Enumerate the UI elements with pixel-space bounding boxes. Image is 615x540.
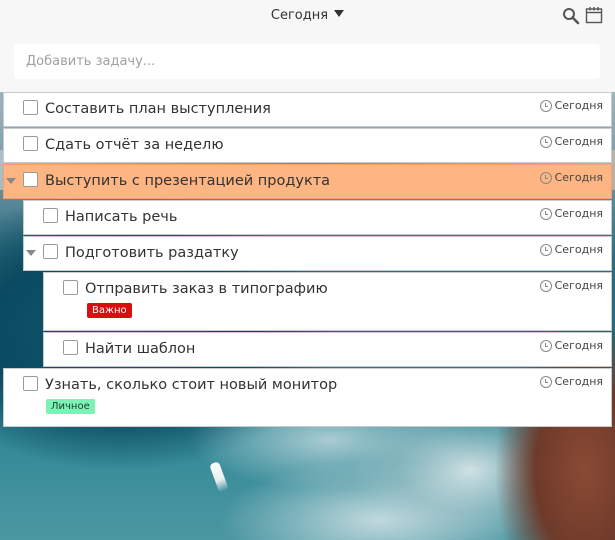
task-checkbox[interactable]: [23, 136, 38, 151]
clock-icon: [539, 136, 552, 148]
task-title: Составить план выступления: [45, 101, 271, 117]
top-bar: Сегодня: [0, 0, 615, 92]
task-due-label: Сегодня: [554, 207, 603, 220]
subtask-row[interactable]: Подготовить раздатку Сегодня: [23, 236, 612, 271]
calendar-icon[interactable]: [585, 6, 603, 24]
add-task-input[interactable]: [14, 44, 600, 79]
date-filter-label: Сегодня: [270, 8, 329, 23]
task-title: Узнать, сколько стоит новый монитор: [45, 377, 338, 393]
task-title: Отправить заказ в типографию: [85, 281, 328, 297]
subtask-row[interactable]: Отправить заказ в типографию Сегодня Важ…: [43, 272, 612, 331]
clock-icon: [539, 172, 552, 184]
collapse-arrow-icon[interactable]: [6, 178, 16, 184]
task-row[interactable]: Узнать, сколько стоит новый монитор Сего…: [3, 368, 612, 427]
tag-important[interactable]: Важно: [87, 303, 132, 318]
task-checkbox[interactable]: [63, 340, 78, 355]
task-title: Выступить с презентацией продукта: [45, 173, 331, 189]
clock-icon: [539, 376, 552, 388]
clock-icon: [539, 280, 552, 292]
task-due-label: Сегодня: [554, 171, 603, 184]
task-due-label: Сегодня: [554, 339, 603, 352]
clock-icon: [539, 208, 552, 220]
task-due-label: Сегодня: [554, 243, 603, 256]
date-filter-dropdown[interactable]: Сегодня: [0, 8, 615, 23]
subtask-row[interactable]: Найти шаблон Сегодня: [43, 332, 612, 367]
task-due-label: Сегодня: [554, 279, 603, 292]
task-checkbox[interactable]: [23, 172, 38, 187]
clock-icon: [539, 244, 552, 256]
task-checkbox[interactable]: [23, 376, 38, 391]
task-due-label: Сегодня: [554, 135, 603, 148]
task-checkbox[interactable]: [43, 244, 58, 259]
task-title: Сдать отчёт за неделю: [45, 137, 224, 153]
task-checkbox[interactable]: [43, 208, 58, 223]
search-icon[interactable]: [562, 7, 580, 25]
task-due: Сегодня: [539, 375, 603, 388]
chevron-down-icon: [334, 10, 345, 17]
task-due: Сегодня: [539, 171, 603, 184]
task-due: Сегодня: [539, 339, 603, 352]
clock-icon: [539, 100, 552, 112]
task-row-selected[interactable]: Выступить с презентацией продукта Сегодн…: [3, 164, 612, 199]
collapse-arrow-icon[interactable]: [26, 250, 36, 256]
task-title: Подготовить раздатку: [65, 245, 239, 261]
tag-personal[interactable]: Личное: [46, 399, 95, 414]
task-due: Сегодня: [539, 207, 603, 220]
task-due: Сегодня: [539, 99, 603, 112]
task-due-label: Сегодня: [554, 375, 603, 388]
task-due: Сегодня: [539, 243, 603, 256]
task-title: Найти шаблон: [85, 341, 196, 357]
task-row[interactable]: Сдать отчёт за неделю Сегодня: [3, 128, 612, 163]
subtask-row[interactable]: Написать речь Сегодня: [23, 200, 612, 235]
task-title: Написать речь: [65, 209, 178, 225]
clock-icon: [539, 340, 552, 352]
task-checkbox[interactable]: [63, 280, 78, 295]
task-row[interactable]: Составить план выступления Сегодня: [3, 92, 612, 127]
task-due: Сегодня: [539, 279, 603, 292]
task-due: Сегодня: [539, 135, 603, 148]
task-checkbox[interactable]: [23, 100, 38, 115]
task-due-label: Сегодня: [554, 99, 603, 112]
